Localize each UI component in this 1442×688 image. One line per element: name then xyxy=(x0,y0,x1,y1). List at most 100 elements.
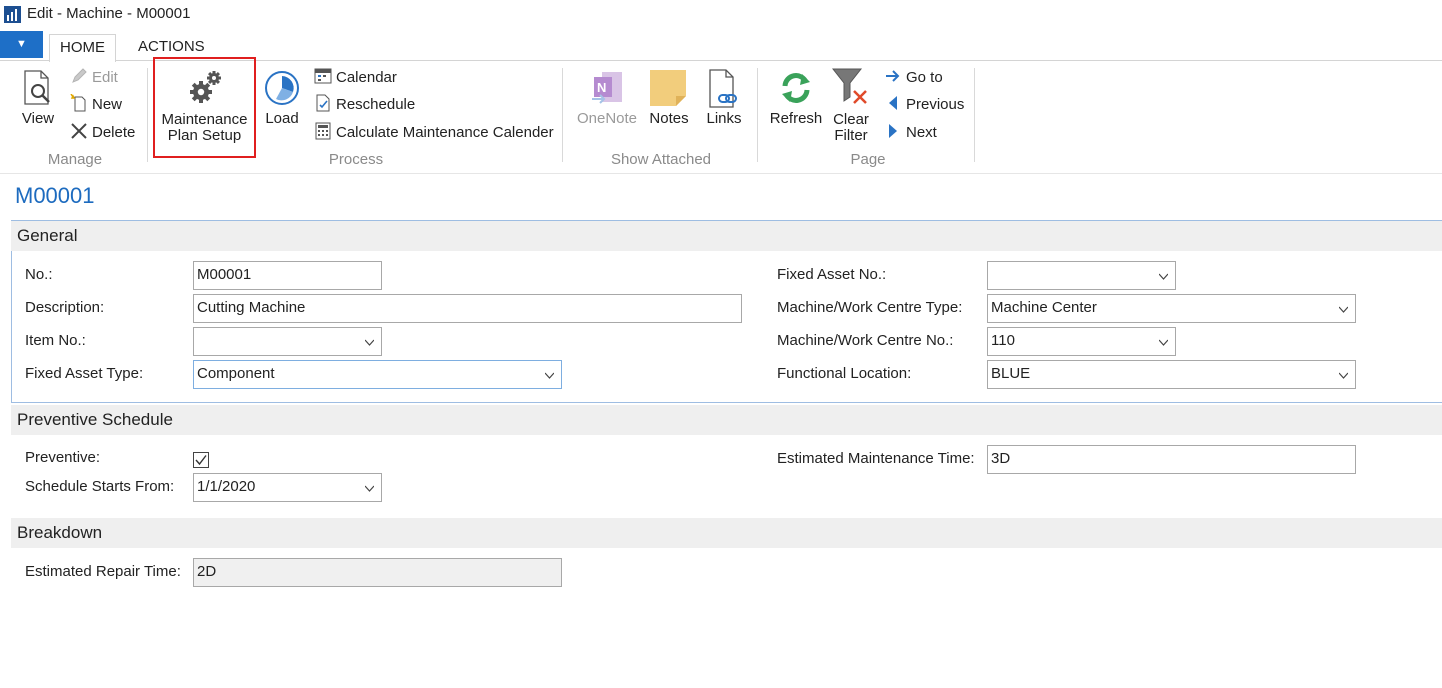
manage-group-label: Manage xyxy=(47,151,103,168)
svg-text:N: N xyxy=(597,80,606,95)
pencil-icon xyxy=(72,68,87,83)
view-icon xyxy=(24,70,50,105)
calculator-icon xyxy=(315,122,331,140)
fixed-asset-type-dropdown[interactable]: Component xyxy=(193,360,562,389)
item-no-label: Item No.: xyxy=(25,332,86,349)
general-section-header[interactable]: General xyxy=(11,221,1442,251)
preventive-label: Preventive: xyxy=(25,449,101,466)
links-icon xyxy=(709,69,737,108)
view-button[interactable]: View xyxy=(18,68,58,130)
est-maintenance-label: Estimated Maintenance Time: xyxy=(777,450,975,467)
fixed-asset-no-dropdown[interactable] xyxy=(987,261,1176,290)
schedule-starts-dropdown[interactable]: 1/1/2020 xyxy=(193,473,382,502)
notes-icon xyxy=(650,70,686,106)
onenote-icon: N xyxy=(592,72,622,104)
notes-label: Notes xyxy=(649,110,689,127)
refresh-icon xyxy=(782,73,810,103)
chevron-down-icon xyxy=(365,485,374,492)
item-no-dropdown[interactable] xyxy=(193,327,382,356)
description-field[interactable]: Cutting Machine xyxy=(193,294,742,323)
load-label: Load xyxy=(265,110,299,127)
fixed-asset-type-label: Fixed Asset Type: xyxy=(25,365,144,382)
load-icon xyxy=(265,71,299,105)
description-label: Description: xyxy=(25,299,105,316)
arrow-right-icon xyxy=(886,70,900,82)
view-label: View xyxy=(21,110,55,127)
delete-label: Delete xyxy=(92,124,136,141)
mwc-type-dropdown[interactable]: Machine Center xyxy=(987,294,1356,323)
links-button[interactable]: Links xyxy=(702,68,746,130)
reschedule-button[interactable]: Reschedule xyxy=(314,94,415,114)
preventive-section-header[interactable]: Preventive Schedule xyxy=(11,405,1442,435)
onenote-button[interactable]: N OneNote xyxy=(574,68,640,130)
ribbon-separator xyxy=(974,68,975,162)
chevron-down-icon xyxy=(1339,306,1348,313)
calendar-button[interactable]: Calendar xyxy=(314,67,397,87)
calculate-maintenance-calendar-button[interactable]: Calculate Maintenance Calender xyxy=(314,122,554,142)
mwc-type-label: Machine/Work Centre Type: xyxy=(777,299,963,316)
new-label: New xyxy=(92,96,123,113)
delete-icon xyxy=(71,123,87,139)
calendar-label: Calendar xyxy=(336,69,397,86)
page-group-label: Page xyxy=(850,151,886,168)
preventive-checkbox[interactable] xyxy=(193,452,209,468)
functional-location-value: BLUE xyxy=(991,365,1031,382)
previous-icon xyxy=(889,96,897,110)
ribbon-separator xyxy=(757,68,758,162)
application-menu-button[interactable]: ▼ xyxy=(0,31,43,58)
chevron-down-icon xyxy=(1159,339,1168,346)
refresh-button[interactable]: Refresh xyxy=(768,68,824,130)
new-button[interactable]: New xyxy=(70,94,122,114)
delete-button[interactable]: Delete xyxy=(70,122,135,142)
functional-location-label: Functional Location: xyxy=(777,365,912,382)
reschedule-icon xyxy=(316,94,330,112)
clear-filter-label-2: Filter xyxy=(834,127,868,144)
schedule-starts-label: Schedule Starts From: xyxy=(25,478,175,495)
breakdown-section-header[interactable]: Breakdown xyxy=(11,518,1442,548)
load-button[interactable]: Load xyxy=(262,68,302,130)
clear-filter-icon xyxy=(832,68,867,104)
fixed-asset-no-label: Fixed Asset No.: xyxy=(777,266,887,283)
go-to-label: Go to xyxy=(906,69,943,86)
page-title: M00001 xyxy=(15,183,95,208)
clear-filter-label-1: Clear xyxy=(833,111,869,128)
functional-location-dropdown[interactable]: BLUE xyxy=(987,360,1356,389)
mwc-type-value: Machine Center xyxy=(991,299,1097,316)
mwc-no-label: Machine/Work Centre No.: xyxy=(777,332,954,349)
mwc-no-value: 110 xyxy=(991,332,1015,349)
reschedule-label: Reschedule xyxy=(336,96,416,113)
chevron-down-icon xyxy=(365,339,374,346)
links-label: Links xyxy=(706,110,742,127)
checkmark-icon xyxy=(195,455,207,466)
est-maintenance-field[interactable]: 3D xyxy=(987,445,1356,474)
edit-label: Edit xyxy=(92,69,118,86)
no-field[interactable]: M00001 xyxy=(193,261,382,290)
refresh-label: Refresh xyxy=(769,110,823,127)
mwc-no-dropdown[interactable]: 110 xyxy=(987,327,1176,356)
next-icon xyxy=(889,124,897,138)
calculate-label: Calculate Maintenance Calender xyxy=(336,124,554,141)
previous-label: Previous xyxy=(906,96,965,113)
new-document-icon xyxy=(70,94,86,112)
est-repair-label: Estimated Repair Time: xyxy=(25,563,181,580)
edit-button[interactable]: Edit xyxy=(70,67,118,87)
ribbon-separator xyxy=(147,68,148,162)
app-icon xyxy=(4,6,21,23)
tab-home[interactable]: HOME xyxy=(49,34,116,62)
fixed-asset-type-value: Component xyxy=(197,365,275,382)
process-group-label: Process xyxy=(328,151,384,168)
schedule-starts-value: 1/1/2020 xyxy=(197,478,256,495)
clear-filter-button[interactable]: Clear Filter xyxy=(828,66,874,146)
calendar-icon xyxy=(314,68,332,84)
show-attached-group-label: Show Attached xyxy=(610,151,712,168)
highlight-box xyxy=(153,57,256,158)
next-button[interactable]: Next xyxy=(884,122,937,142)
notes-button[interactable]: Notes xyxy=(645,68,693,130)
chevron-down-icon xyxy=(1339,372,1348,379)
no-label: No.: xyxy=(25,266,53,283)
go-to-button[interactable]: Go to xyxy=(884,67,943,87)
previous-button[interactable]: Previous xyxy=(884,94,964,114)
onenote-label: OneNote xyxy=(576,110,638,127)
est-repair-field: 2D xyxy=(193,558,562,587)
chevron-down-icon xyxy=(545,372,554,379)
